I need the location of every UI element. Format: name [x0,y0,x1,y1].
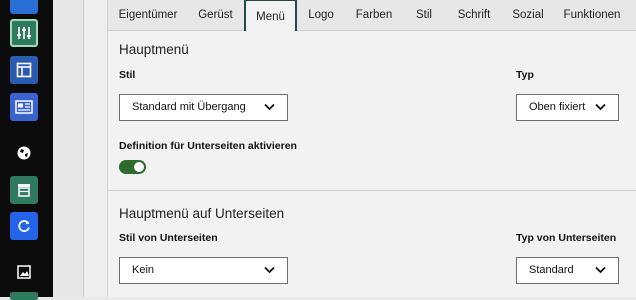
rail-button-bottom[interactable] [10,292,38,300]
subpages-toggle[interactable] [119,160,146,174]
tab-menue[interactable]: Menü [244,0,297,31]
rail-button-media[interactable] [10,258,38,286]
rail-button-design[interactable] [10,19,38,47]
toggle-knob [134,162,144,172]
subpage-type-select[interactable]: Standard [516,257,619,284]
tab-logo[interactable]: Logo [297,0,345,30]
chevron-down-icon [595,266,606,274]
tab-funktionen[interactable]: Funktionen [553,0,631,30]
left-icon-rail [0,0,53,300]
rail-button-layout[interactable] [10,56,38,84]
chevron-down-icon [264,103,275,111]
sliders-icon [17,27,31,39]
subpage-style-select[interactable]: Kein [119,257,288,284]
settings-panel: Eigentümer Gerüst Menü Logo Farben Stil … [83,0,636,297]
chevron-down-icon [595,103,606,111]
rail-button-top[interactable] [10,0,38,14]
subpage-style-select-value: Kein [132,264,155,276]
gutter [53,0,83,297]
section-title-subpages-menu: Hauptmenü auf Unterseiten [119,206,285,221]
tab-geruest[interactable]: Gerüst [188,0,243,30]
type-label: Typ [516,69,534,81]
image-icon [17,265,31,279]
style-select-value: Standard mit Übergang [132,101,246,113]
section-title-main-menu: Hauptmenü [119,42,189,57]
newspaper-icon [15,100,33,114]
rail-button-news[interactable] [10,93,38,121]
tab-schrift[interactable]: Schrift [445,0,503,30]
subpage-style-label: Stil von Unterseiten [119,232,218,244]
shop-icon [18,184,30,197]
tab-sozial[interactable]: Sozial [503,0,553,30]
subpage-type-label: Typ von Unterseiten [516,232,617,244]
rail-button-refresh[interactable] [10,212,38,240]
subpages-toggle-label: Definition für Unterseiten aktivieren [119,140,297,152]
rail-button-web[interactable] [10,139,38,167]
section-divider [108,190,636,191]
layout-icon [16,62,32,78]
settings-content: Eigentümer Gerüst Menü Logo Farben Stil … [107,0,636,297]
style-select[interactable]: Standard mit Übergang [119,94,288,121]
subpage-type-select-value: Standard [529,264,574,276]
type-select[interactable]: Oben fixiert [516,94,619,121]
globe-icon [17,146,31,160]
tab-bar: Eigentümer Gerüst Menü Logo Farben Stil … [108,0,636,31]
tab-eigentuemer[interactable]: Eigentümer [108,0,188,30]
type-select-value: Oben fixiert [529,101,586,113]
style-label: Stil [119,69,136,81]
rail-button-shop[interactable] [10,176,38,204]
tab-farben[interactable]: Farben [345,0,403,30]
chevron-down-icon [264,266,275,274]
refresh-icon [18,220,30,232]
tab-stil[interactable]: Stil [403,0,445,30]
